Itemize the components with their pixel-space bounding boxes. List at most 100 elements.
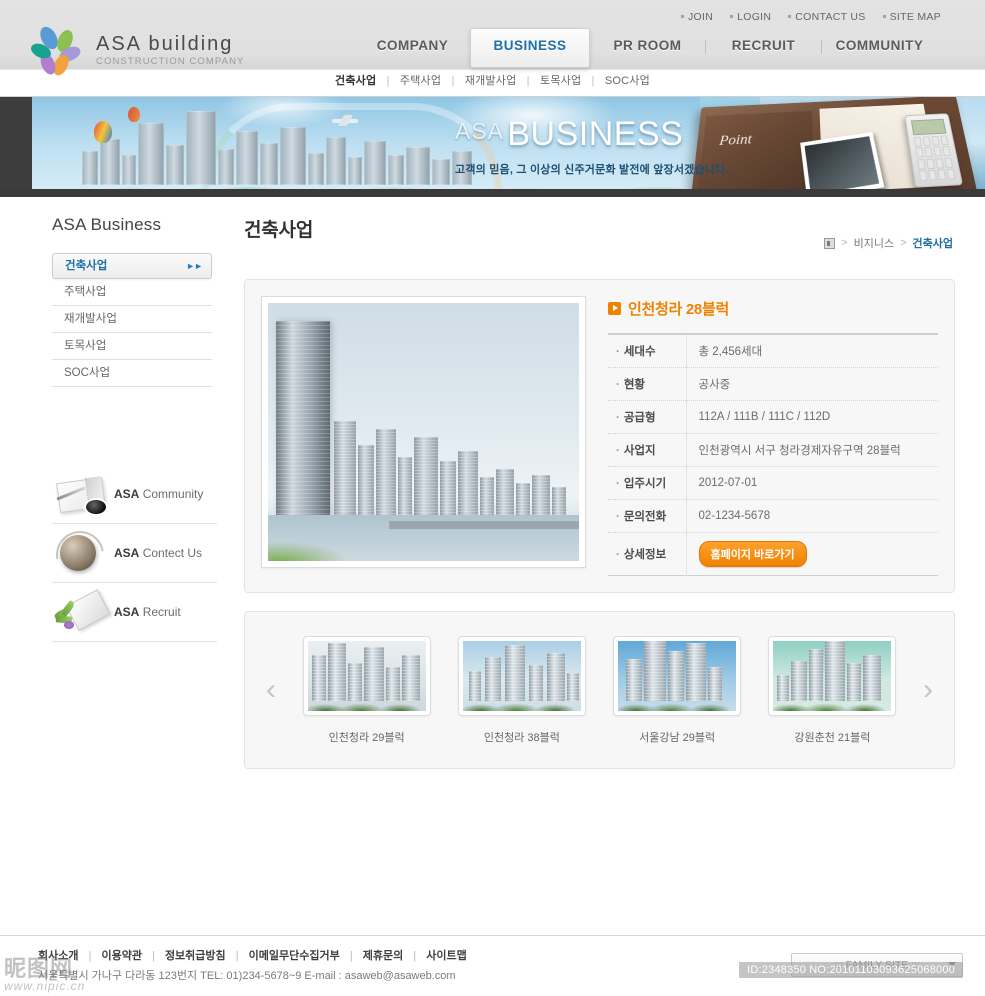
utility-label: JOIN [687, 11, 714, 23]
gallery-thumb-2[interactable]: 인천청라 38블럭 [452, 635, 592, 745]
nav-item-recruit[interactable]: RECRUIT [706, 30, 821, 61]
footer-link-privacy[interactable]: 정보취급방침 [165, 950, 226, 962]
utility-nav: JOIN LOGIN CONTACT US SITE MAP [680, 11, 941, 23]
site-header: ASA building CONSTRUCTION COMPANY JOIN L… [0, 0, 985, 97]
subnav-divider: | [591, 75, 595, 87]
gallery-prev-button[interactable]: ‹ [253, 675, 289, 705]
nav-item-pr-room[interactable]: PR ROOM [590, 30, 705, 61]
page-content: ASA Business 건축사업 ►► 주택사업 재개발사업 토목사업 SOC… [0, 197, 985, 937]
breadcrumb-separator: > [900, 237, 907, 249]
page-title: 건축사업 [244, 220, 314, 241]
sidebar-item-jutaek[interactable]: 주택사업 [52, 279, 212, 306]
bullet-icon [730, 14, 734, 18]
utility-item-login[interactable]: LOGIN [730, 11, 771, 23]
footer-link-sitemap[interactable]: 사이트맵 [426, 950, 466, 962]
footer-link-about[interactable]: 회사소개 [38, 950, 78, 962]
spec-label: · 현황 [608, 367, 687, 401]
cityscape-graphic [72, 111, 512, 185]
logo-subtitle: CONSTRUCTION COMPANY [96, 55, 245, 67]
project-photo-frame[interactable] [261, 296, 586, 568]
sidebar-banner-label: Community [142, 487, 204, 501]
home-icon[interactable] [824, 237, 836, 249]
table-row: · 문의전화 02-1234-5678 [608, 499, 938, 533]
project-info: 인천청라 28블럭 ·세대수 총 2,456세대 ·현황 공사중 ·공급형 [608, 296, 938, 576]
thumb-caption: 강원춘천 21블럭 [794, 731, 871, 744]
main-column: 건축사업 > 비지니스 > 건축사업 인천청라 28블럭 · 세대수 총 2,4… [232, 197, 985, 769]
spec-label: · 사업지 [608, 433, 687, 467]
gallery-next-button[interactable]: › [910, 675, 946, 705]
sidebar-banner-brand: ASA [114, 546, 140, 560]
gallery-thumb-4[interactable]: 강원춘천 21블럭 [762, 635, 902, 745]
sidebar-item-label: 건축사업 [65, 260, 108, 272]
bullet-icon [788, 14, 792, 18]
sidebar-banner-recruit[interactable]: ASA Recruit [52, 583, 217, 642]
sidebar-banner-label: Recruit [142, 605, 181, 619]
breadcrumb: > 비지니스 > 건축사업 [824, 235, 953, 251]
nav-item-community[interactable]: COMMUNITY [822, 30, 937, 61]
sidebar-menu: 건축사업 ►► 주택사업 재개발사업 토목사업 SOC사업 [52, 253, 212, 387]
thumb-frame [768, 635, 897, 716]
utility-label: CONTACT US [795, 11, 866, 23]
thumb-frame [457, 635, 586, 716]
table-row: · 입주시기 2012-07-01 [608, 466, 938, 500]
gallery-thumb-1[interactable]: 인천청라 29블럭 [297, 635, 437, 745]
table-row: · 세대수 총 2,456세대 [608, 334, 938, 368]
utility-item-site-map[interactable]: SITE MAP [882, 11, 941, 23]
breadcrumb-separator: > [841, 237, 848, 249]
sidebar-banner-community[interactable]: ASA Community [52, 465, 217, 524]
project-spec-table: · 세대수 총 2,456세대 · 현황 공사중 · 공급형 112A / 111B … [608, 333, 938, 576]
sidebar-item-tomok[interactable]: 토목사업 [52, 333, 212, 360]
sidebar: ASA Business 건축사업 ►► 주택사업 재개발사업 토목사업 SOC… [0, 197, 232, 642]
bullet-icon [680, 14, 684, 18]
footer-divider: | [235, 950, 239, 962]
banner-title-block: ASA BUSINESS 고객의 믿음, 그 이상의 신주거문화 발전에 앞장서… [455, 115, 729, 177]
calculator-icon [904, 113, 964, 188]
spec-label: · 세대수 [608, 334, 687, 368]
subnav-item-soc[interactable]: SOC사업 [605, 75, 650, 87]
footer-link-partnership[interactable]: 제휴문의 [363, 950, 403, 962]
sidebar-item-soc[interactable]: SOC사업 [52, 360, 212, 387]
gallery-thumb-3[interactable]: 서울강남 29블럭 [607, 635, 747, 745]
nav-item-company[interactable]: COMPANY [355, 30, 470, 61]
thumb-frame [302, 635, 431, 716]
subnav-divider: | [451, 75, 455, 87]
spec-value: 공사중 [698, 379, 731, 391]
breadcrumb-item-current: 건축사업 [912, 238, 953, 250]
hot-air-balloon-icon [128, 107, 140, 122]
sidebar-item-geonchuk[interactable]: 건축사업 ►► [52, 253, 212, 279]
spec-value: 112A / 111B / 111C / 112D [698, 411, 831, 423]
subnav-item-geonchuk[interactable]: 건축사업 [335, 75, 376, 87]
sub-nav: 건축사업 | 주택사업 | 재개발사업 | 토목사업 | SOC사업 [0, 72, 985, 88]
thumb-caption: 서울강남 29블럭 [639, 731, 716, 744]
logo-title: ASA building [96, 32, 234, 55]
pinwheel-logo-icon [28, 22, 84, 78]
subnav-divider: | [526, 75, 530, 87]
homepage-link-button[interactable]: 홈페이지 바로가기 [698, 541, 807, 567]
footer-address: 서울특별시 가나구 다라동 123번지 TEL: 01)234-5678~9 E… [38, 970, 456, 982]
spec-label: · 입주시기 [608, 466, 687, 500]
subnav-divider: | [386, 75, 390, 87]
plant-book-icon [52, 588, 114, 636]
sidebar-banner-label: Contect Us [142, 546, 203, 560]
table-row: · 상세정보 홈페이지 바로가기 [608, 532, 938, 576]
sidebar-banner-contact-us[interactable]: ASA Contect Us [46, 521, 217, 589]
utility-label: SITE MAP [889, 11, 941, 23]
subnav-item-jutaek[interactable]: 주택사업 [400, 75, 441, 87]
sidebar-title: ASA Business [52, 215, 162, 234]
utility-item-contact-us[interactable]: CONTACT US [788, 11, 865, 23]
subnav-item-tomok[interactable]: 토목사업 [540, 75, 581, 87]
photo-print-graphic [800, 131, 885, 197]
utility-item-join[interactable]: JOIN [680, 11, 714, 23]
sidebar-item-jaegaebal[interactable]: 재개발사업 [52, 306, 212, 333]
site-logo[interactable]: ASA building CONSTRUCTION COMPANY [28, 22, 245, 78]
spec-value: 인천광역시 서구 청라경제자유구역 28블럭 [698, 445, 901, 457]
subnav-item-jaegaebal[interactable]: 재개발사업 [465, 75, 517, 87]
banner-title: BUSINESS [507, 115, 684, 153]
project-title-row: 인천청라 28블럭 [608, 298, 938, 319]
nav-item-business[interactable]: BUSINESS [470, 28, 590, 68]
stock-id-overlay: ID:2348350 NO:20101103093625068000 [739, 962, 963, 978]
spec-value: 02-1234-5678 [698, 510, 771, 522]
breadcrumb-item-business[interactable]: 비지니스 [854, 235, 894, 251]
footer-link-terms[interactable]: 이용약관 [101, 950, 141, 962]
footer-link-no-email-collect[interactable]: 이메일무단수집거부 [249, 950, 340, 962]
